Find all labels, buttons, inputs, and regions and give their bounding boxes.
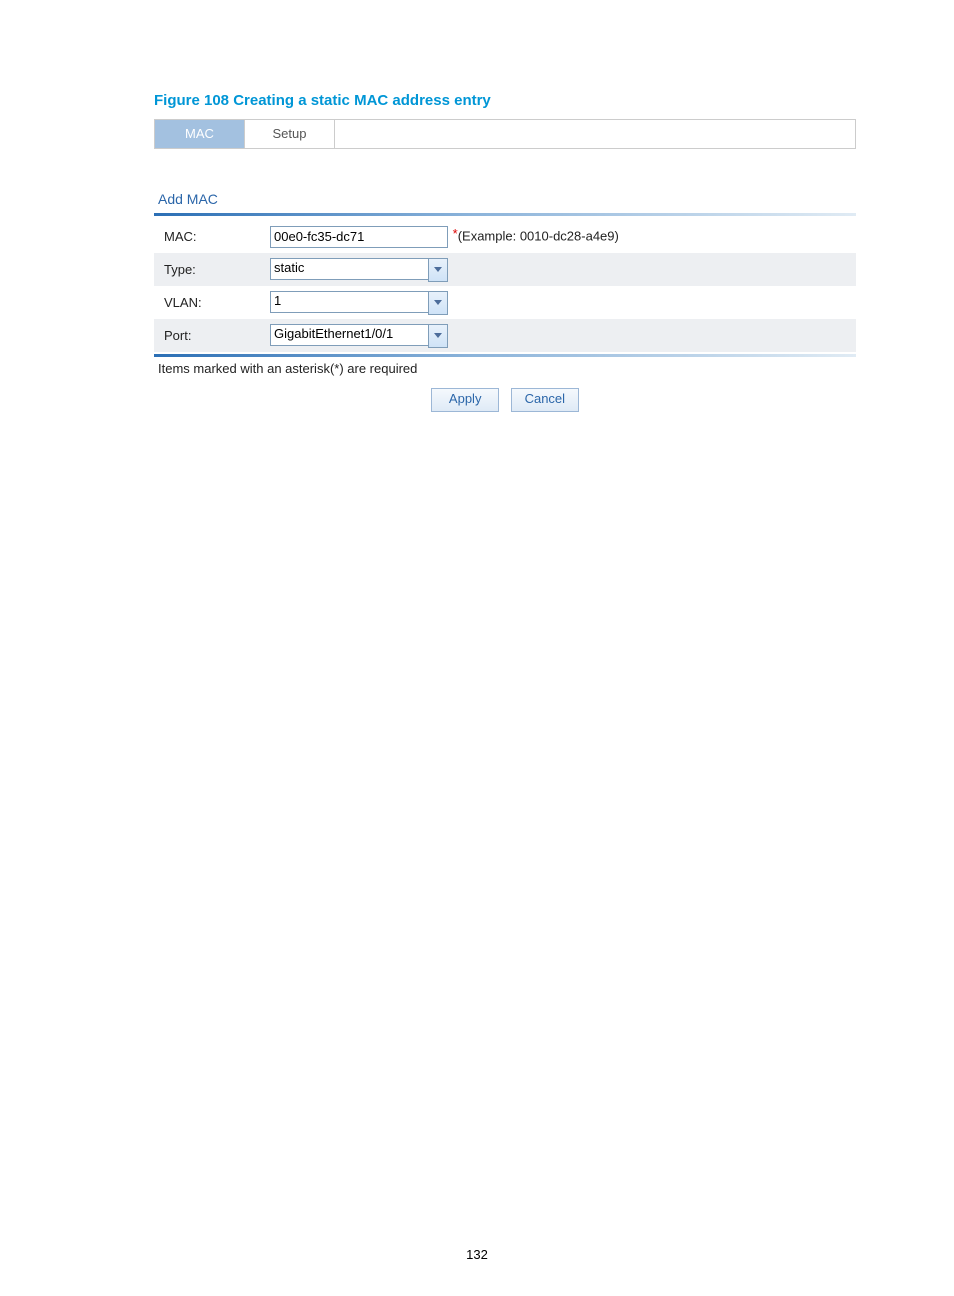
apply-button[interactable]: Apply <box>431 388 499 412</box>
page-number: 132 <box>0 1247 954 1262</box>
type-dropdown-button[interactable] <box>428 258 448 282</box>
vlan-value: 1 <box>270 291 428 313</box>
vlan-dropdown-button[interactable] <box>428 291 448 315</box>
mac-input[interactable] <box>270 226 448 248</box>
chevron-down-icon <box>434 300 442 305</box>
mac-label: MAC: <box>154 220 260 253</box>
row-type: Type: static <box>154 253 856 286</box>
type-value: static <box>270 258 428 280</box>
chevron-down-icon <box>434 333 442 338</box>
row-port: Port: GigabitEthernet1/0/1 <box>154 319 856 352</box>
port-select[interactable]: GigabitEthernet1/0/1 <box>270 324 448 348</box>
tab-mac[interactable]: MAC <box>155 120 245 148</box>
port-dropdown-button[interactable] <box>428 324 448 348</box>
add-mac-section: Add MAC MAC: *(Example: 0010-dc28-a4e9) … <box>154 191 856 412</box>
section-divider-top <box>154 213 856 216</box>
figure-caption: Figure 108 Creating a static MAC address… <box>154 92 856 109</box>
row-vlan: VLAN: 1 <box>154 286 856 319</box>
page-content: Figure 108 Creating a static MAC address… <box>0 0 954 412</box>
vlan-select[interactable]: 1 <box>270 291 448 315</box>
required-note: Items marked with an asterisk(*) are req… <box>154 357 856 380</box>
port-label: Port: <box>154 319 260 352</box>
cancel-button[interactable]: Cancel <box>511 388 579 412</box>
section-title: Add MAC <box>154 191 856 213</box>
vlan-label: VLAN: <box>154 286 260 319</box>
form-table: MAC: *(Example: 0010-dc28-a4e9) Type: st… <box>154 220 856 352</box>
type-label: Type: <box>154 253 260 286</box>
button-row: Apply Cancel <box>154 380 856 412</box>
port-value: GigabitEthernet1/0/1 <box>270 324 428 346</box>
tab-setup[interactable]: Setup <box>245 120 335 148</box>
row-mac: MAC: *(Example: 0010-dc28-a4e9) <box>154 220 856 253</box>
mac-example: (Example: 0010-dc28-a4e9) <box>458 228 619 243</box>
tab-strip: MAC Setup <box>154 119 856 149</box>
chevron-down-icon <box>434 267 442 272</box>
type-select[interactable]: static <box>270 258 448 282</box>
